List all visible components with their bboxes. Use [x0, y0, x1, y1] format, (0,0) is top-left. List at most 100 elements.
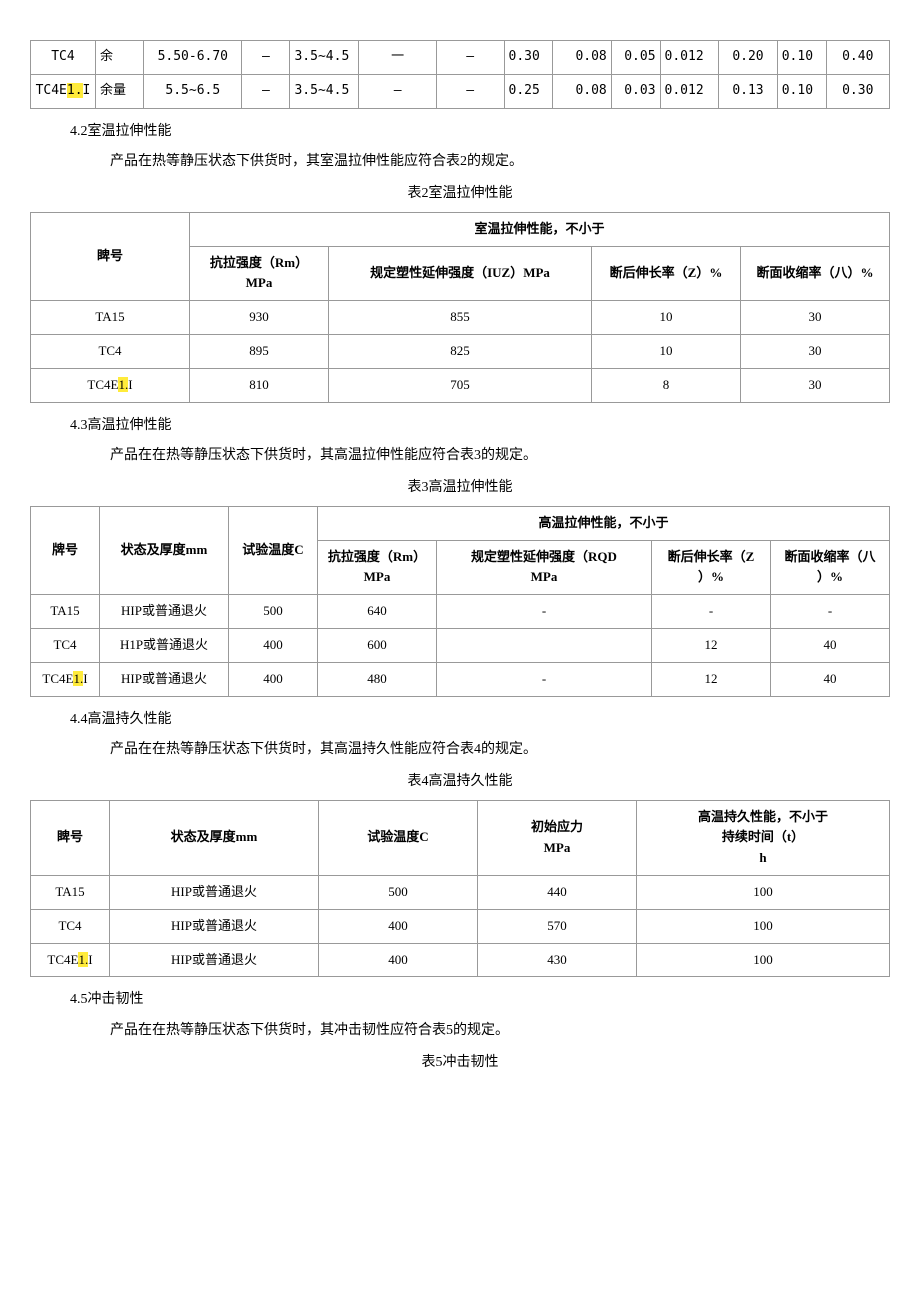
cell: 30 [741, 368, 890, 402]
cell: HIP或普通退火 [110, 943, 319, 977]
table3-caption: 表3高温拉伸性能 [30, 477, 890, 499]
table4-creep: 睥号 状态及厚度mm 试验温度C 初始应力MPa 高温持久性能，不小于持续时间（… [30, 800, 890, 978]
cell: TC4E1.I [31, 943, 110, 977]
cell: 0.13 [719, 74, 778, 108]
cell: — [242, 74, 290, 108]
cell: 825 [329, 334, 592, 368]
table-row: TC4E1.I 810 705 8 30 [31, 368, 890, 402]
cell: 30 [741, 301, 890, 335]
col-group: 室温拉伸性能，不小于 [190, 212, 890, 246]
cell: 0.08 [553, 41, 612, 75]
cell: TA15 [31, 876, 110, 910]
cell: 400 [229, 628, 318, 662]
section-body-45: 产品在在热等静压状态下供货时，其冲击韧性应符合表5的规定。 [110, 1020, 890, 1042]
cell: 0.012 [660, 74, 719, 108]
cell: 3.5~4.5 [290, 74, 359, 108]
col-z: 断后伸长率（Z）% [652, 540, 771, 595]
cell: 12 [652, 628, 771, 662]
table-row: TC4 余 5.50-6.70 — 3.5~4.5 一 — 0.30 0.08 … [31, 41, 890, 75]
cell: 3.5~4.5 [290, 41, 359, 75]
cell: 0.25 [504, 74, 553, 108]
table-row: TC4 H1P或普通退火 400 600 12 40 [31, 628, 890, 662]
cell: HIP或普通退火 [100, 662, 229, 696]
cell: 40 [771, 628, 890, 662]
table-row: TC4E1.I HIP或普通退火 400 480 - 12 40 [31, 662, 890, 696]
col-dur: 高温持久性能，不小于持续时间（t）h [637, 800, 890, 875]
cell: — [436, 41, 504, 75]
cell: 余 [95, 41, 143, 75]
cell: 400 [229, 662, 318, 696]
cell: 0.40 [826, 41, 890, 75]
table-row: 牌号 状态及厚度mm 试验温度C 高温拉伸性能，不小于 [31, 506, 890, 540]
cell: — [242, 41, 290, 75]
cell: 10 [592, 301, 741, 335]
cell: 0.10 [777, 74, 826, 108]
cell: 100 [637, 943, 890, 977]
cell: - [652, 595, 771, 629]
section-body-42: 产品在热等静压状态下供货时，其室温拉伸性能应符合表2的规定。 [110, 151, 890, 173]
cell: — [436, 74, 504, 108]
table4-caption: 表4高温持久性能 [30, 771, 890, 793]
col-state: 状态及厚度mm [110, 800, 319, 875]
cell: 0.30 [504, 41, 553, 75]
table-row: TC4 HIP或普通退火 400 570 100 [31, 909, 890, 943]
cell: 570 [478, 909, 637, 943]
section-title-42: 4.2室温拉伸性能 [70, 121, 890, 143]
cell: - [437, 662, 652, 696]
table-row: TA15 HIP或普通退火 500 640 - - - [31, 595, 890, 629]
section-title-45: 4.5冲击韧性 [70, 989, 890, 1011]
table2-caption: 表2室温拉伸性能 [30, 183, 890, 205]
cell: 500 [319, 876, 478, 910]
table3-tensile-high: 牌号 状态及厚度mm 试验温度C 高温拉伸性能，不小于 抗拉强度（Rm）MPa … [30, 506, 890, 697]
cell: 855 [329, 301, 592, 335]
col-temp: 试验温度C [319, 800, 478, 875]
cell [437, 628, 652, 662]
cell: TA15 [31, 301, 190, 335]
col-brand: 睥号 [31, 212, 190, 300]
table-row: TA15 HIP或普通退火 500 440 100 [31, 876, 890, 910]
cell: 12 [652, 662, 771, 696]
cell: 600 [318, 628, 437, 662]
section-body-43: 产品在在热等静压状态下供货时，其高温拉伸性能应符合表3的规定。 [110, 445, 890, 467]
col-temp: 试验温度C [229, 506, 318, 594]
cell: TC4 [31, 334, 190, 368]
cell: 一 [359, 41, 437, 75]
cell: TC4E1.I [31, 74, 96, 108]
col-rqd: 规定塑性延伸强度（RQDMPa [437, 540, 652, 595]
cell: - [771, 595, 890, 629]
cell: TC4E1.I [31, 368, 190, 402]
cell: - [437, 595, 652, 629]
cell: 5.50-6.70 [144, 41, 242, 75]
table-row: TA15 930 855 10 30 [31, 301, 890, 335]
table-chemistry-fragment: TC4 余 5.50-6.70 — 3.5~4.5 一 — 0.30 0.08 … [30, 40, 890, 109]
cell: 480 [318, 662, 437, 696]
table-row: TC4E1.I HIP或普通退火 400 430 100 [31, 943, 890, 977]
cell: 705 [329, 368, 592, 402]
cell: 930 [190, 301, 329, 335]
cell: — [359, 74, 437, 108]
section-body-44: 产品在在热等静压状态下供货时，其高温持久性能应符合表4的规定。 [110, 739, 890, 761]
table-row: TC4 895 825 10 30 [31, 334, 890, 368]
col-psi: 断面收缩率（八）% [771, 540, 890, 595]
cell: 余量 [95, 74, 143, 108]
table5-caption: 表5冲击韧性 [30, 1052, 890, 1074]
cell: HIP或普通退火 [110, 909, 319, 943]
cell: 8 [592, 368, 741, 402]
table-row: 睥号 状态及厚度mm 试验温度C 初始应力MPa 高温持久性能，不小于持续时间（… [31, 800, 890, 875]
col-rm: 抗拉强度（Rm）MPa [190, 246, 329, 301]
cell: TC4E1.I [31, 662, 100, 696]
cell: TC4 [31, 909, 110, 943]
cell: 40 [771, 662, 890, 696]
cell: 0.03 [611, 74, 660, 108]
cell: 440 [478, 876, 637, 910]
col-brand: 睥号 [31, 800, 110, 875]
section-title-43: 4.3高温拉伸性能 [70, 415, 890, 437]
section-title-44: 4.4高温持久性能 [70, 709, 890, 731]
cell: 0.20 [719, 41, 778, 75]
cell: 0.05 [611, 41, 660, 75]
cell: 0.10 [777, 41, 826, 75]
cell: 0.30 [826, 74, 890, 108]
cell: HIP或普通退火 [110, 876, 319, 910]
col-psi: 断面收缩率（八）% [741, 246, 890, 301]
table-row: 睥号 室温拉伸性能，不小于 [31, 212, 890, 246]
